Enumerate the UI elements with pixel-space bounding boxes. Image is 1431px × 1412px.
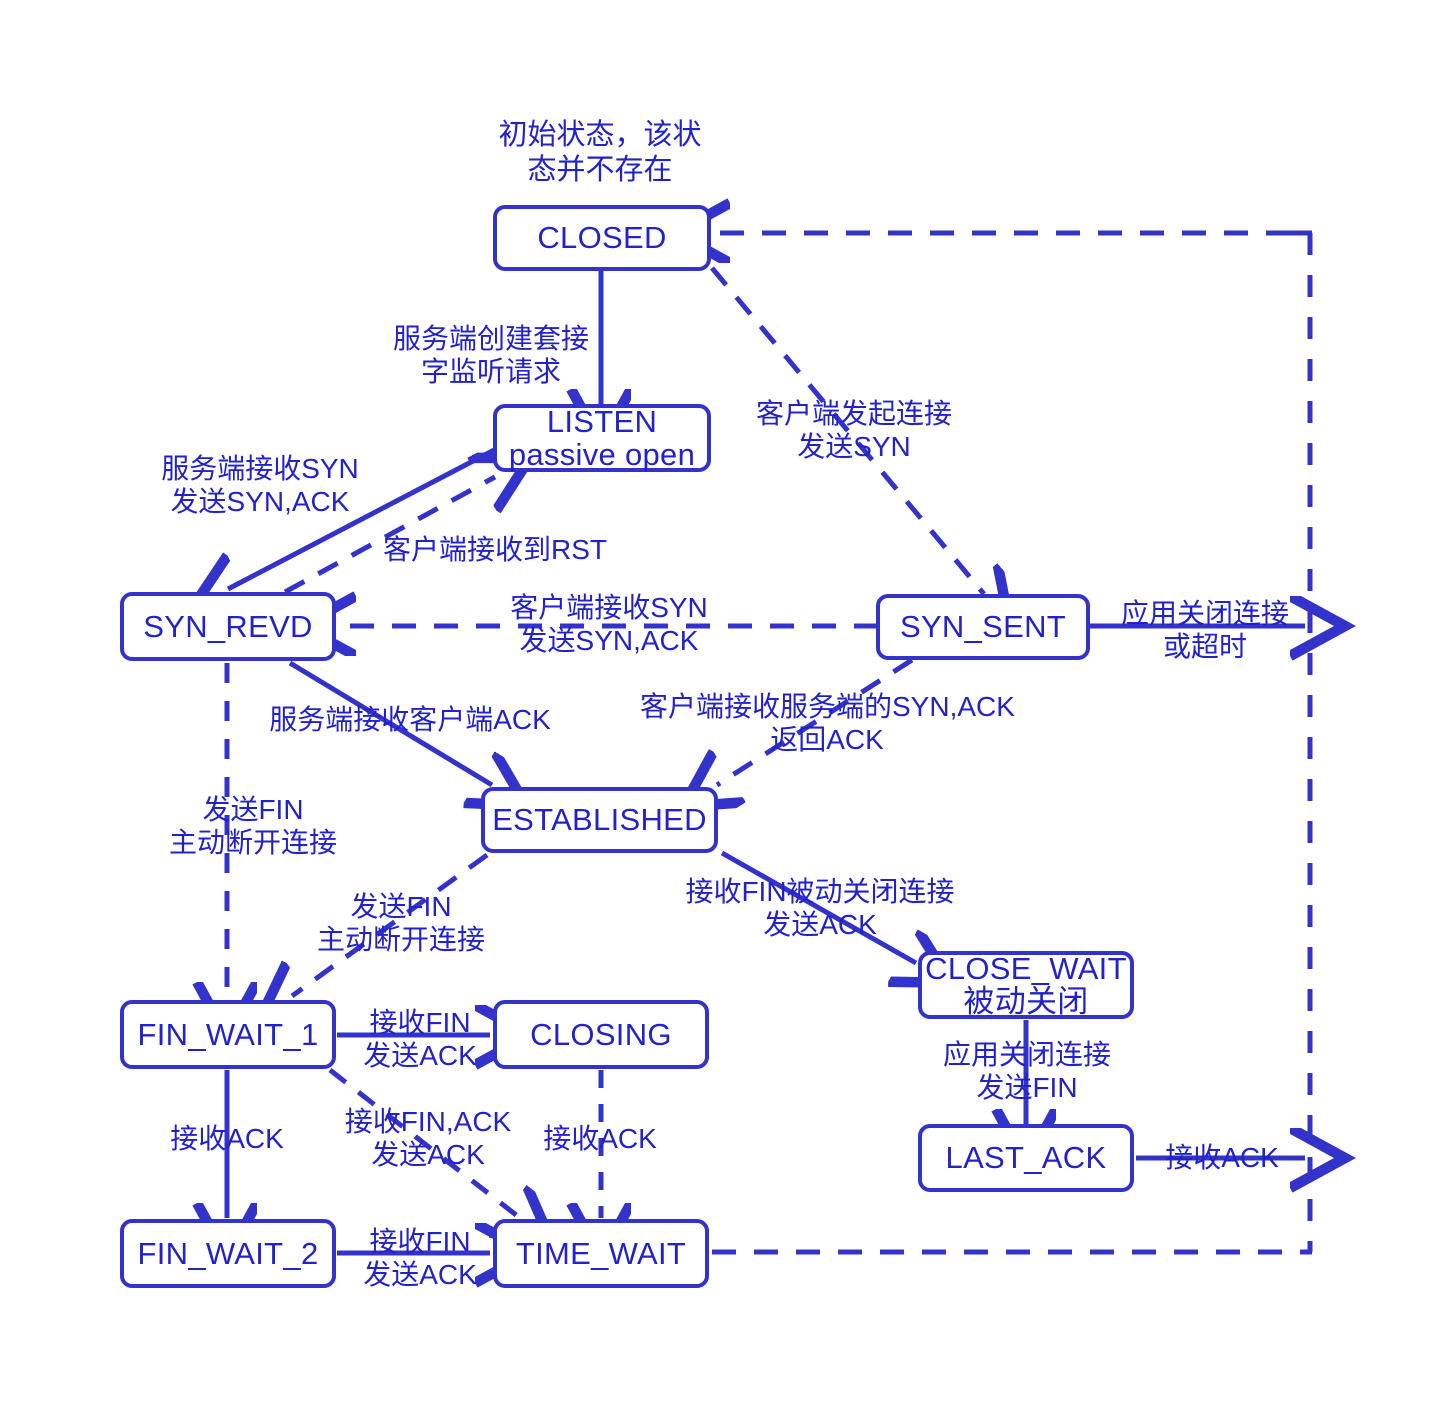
- edge-label-synrevd-to-finwait1: 发送FIN 主动断开连接: [142, 793, 364, 859]
- state-listen-sublabel: passive open: [508, 437, 696, 472]
- edge-label-finwait2-to-timewait: 接收FIN 发送ACK: [350, 1225, 490, 1291]
- state-established-label: ESTABLISHED: [492, 802, 707, 838]
- edge-synsent-to-synrevd-line2: 发送SYN,ACK: [519, 625, 699, 657]
- state-listen[interactable]: LISTEN passive open: [493, 404, 711, 472]
- edge-label-established-to-finwait1: 发送FIN 主动断开连接: [290, 890, 512, 956]
- edge-synrevd-to-finwait1-line1: 发送FIN: [202, 794, 304, 825]
- edge-label-listen-to-synrevd: 服务端接收SYN 发送SYN,ACK: [150, 452, 370, 518]
- edge-closewait-to-lastack-line1: 应用关闭连接: [942, 1039, 1111, 1070]
- closed-note-line2: 态并不存在: [527, 153, 673, 186]
- edge-finwait1-to-closing-line2: 发送ACK: [363, 1040, 477, 1072]
- edge-established-to-closewait-line2: 发送ACK: [763, 909, 877, 941]
- edge-listen-to-synrevd-line2: 发送SYN,ACK: [170, 486, 350, 518]
- edge-finwait1-to-finwait2-line1: 接收ACK: [170, 1123, 284, 1154]
- edge-synsent-to-closed-line1: 应用关闭连接: [1120, 598, 1289, 629]
- edge-established-to-finwait1-line1: 发送FIN: [350, 891, 452, 922]
- state-fin-wait-2-label: FIN_WAIT_2: [137, 1235, 319, 1271]
- state-closing-label: CLOSING: [530, 1016, 672, 1052]
- edge-synrevd-to-established-line1: 服务端接收客户端ACK: [269, 704, 551, 735]
- edge-lastack-to-closed-line1: 接收ACK: [1165, 1142, 1279, 1173]
- edge-finwait2-to-timewait-line2: 发送ACK: [363, 1259, 477, 1291]
- state-fin-wait-1[interactable]: FIN_WAIT_1: [120, 1000, 336, 1069]
- edge-label-synsent-to-established: 客户端接收服务端的SYN,ACK 返回ACK: [640, 690, 1015, 756]
- edge-closed-to-synsent-line2: 发送SYN: [797, 431, 911, 463]
- edge-established-to-finwait1-line2: 主动断开连接: [316, 924, 485, 956]
- state-syn-sent-label: SYN_SENT: [899, 609, 1067, 645]
- state-syn-sent[interactable]: SYN_SENT: [876, 594, 1090, 660]
- edge-synrevd-to-listen-line1: 客户端接收到RST: [382, 534, 607, 565]
- state-syn-revd-label: SYN_REVD: [143, 608, 313, 644]
- state-close-wait-sublabel: 被动关闭: [963, 984, 1089, 1019]
- edge-label-synsent-to-closed: 应用关闭连接 或超时: [1100, 597, 1310, 663]
- state-listen-label: LISTEN: [546, 403, 658, 439]
- closed-state-note: 初始状态，该状 态并不存在: [460, 118, 740, 188]
- edge-label-closewait-to-lastack: 应用关闭连接 发送FIN: [916, 1038, 1138, 1104]
- edge-closed-to-listen-line2: 字监听请求: [420, 356, 561, 388]
- edge-synsent-to-synrevd-line1: 客户端接收SYN: [510, 592, 708, 623]
- edge-established-to-closewait-line1: 接收FIN被动关闭连接: [685, 876, 955, 907]
- edge-label-finwait1-to-finwait2: 接收ACK: [157, 1122, 297, 1155]
- state-last-ack[interactable]: LAST_ACK: [918, 1124, 1134, 1192]
- edge-closed-to-synsent-line1: 客户端发起连接: [755, 398, 952, 429]
- state-fin-wait-2[interactable]: FIN_WAIT_2: [120, 1219, 336, 1288]
- state-closing[interactable]: CLOSING: [493, 1000, 709, 1069]
- state-fin-wait-1-label: FIN_WAIT_1: [137, 1016, 319, 1052]
- edge-synsent-to-established-line1: 客户端接收服务端的SYN,ACK: [640, 691, 1015, 722]
- edge-synsent-to-established-line2: 返回ACK: [770, 724, 884, 756]
- edge-closewait-to-lastack-line2: 发送FIN: [976, 1072, 1078, 1104]
- state-close-wait-label: CLOSE_WAIT: [925, 950, 1127, 986]
- state-syn-revd[interactable]: SYN_REVD: [120, 592, 336, 661]
- edge-label-established-to-closewait: 接收FIN被动关闭连接 发送ACK: [670, 875, 970, 941]
- edge-label-synrevd-to-established: 服务端接收客户端ACK: [264, 703, 556, 736]
- edge-closing-to-timewait-line1: 接收ACK: [543, 1123, 657, 1154]
- state-last-ack-label: LAST_ACK: [945, 1140, 1107, 1176]
- edge-label-closed-to-synsent: 客户端发起连接 发送SYN: [744, 397, 964, 463]
- edge-label-finwait1-to-timewait: 接收FIN,ACK 发送ACK: [338, 1105, 518, 1171]
- edge-finwait1-to-timewait-line1: 接收FIN,ACK: [344, 1106, 512, 1137]
- edge-listen-to-synrevd-line1: 服务端接收SYN: [161, 453, 359, 484]
- state-closed[interactable]: CLOSED: [493, 205, 711, 271]
- edge-closed-to-listen-line1: 服务端创建套接: [392, 323, 589, 354]
- edge-finwait2-to-timewait-line1: 接收FIN: [369, 1226, 471, 1257]
- edge-finwait1-to-closing-line1: 接收FIN: [369, 1007, 471, 1038]
- edge-finwait1-to-timewait-line2: 发送ACK: [371, 1139, 485, 1171]
- edge-label-lastack-to-closed: 接收ACK: [1152, 1141, 1292, 1174]
- edge-label-closed-to-listen: 服务端创建套接 字监听请求: [381, 322, 601, 388]
- edge-synsent-to-closed-line2: 或超时: [1162, 631, 1247, 663]
- edge-label-synsent-to-synrevd: 客户端接收SYN 发送SYN,ACK: [484, 591, 734, 657]
- state-time-wait-label: TIME_WAIT: [515, 1235, 687, 1271]
- state-close-wait[interactable]: CLOSE_WAIT 被动关闭: [918, 951, 1134, 1019]
- edge-label-finwait1-to-closing: 接收FIN 发送ACK: [350, 1006, 490, 1072]
- state-closed-label: CLOSED: [537, 220, 667, 256]
- state-established[interactable]: ESTABLISHED: [481, 787, 718, 853]
- edge-synrevd-to-finwait1-line2: 主动断开连接: [168, 827, 337, 859]
- tcp-state-diagram: 初始状态，该状 态并不存在 CLOSED LISTEN passive open…: [0, 0, 1431, 1412]
- state-time-wait[interactable]: TIME_WAIT: [493, 1219, 709, 1288]
- edge-label-synrevd-to-listen: 客户端接收到RST: [370, 533, 620, 566]
- closed-note-line1: 初始状态，该状: [498, 119, 702, 151]
- edge-label-closing-to-timewait: 接收ACK: [530, 1122, 670, 1155]
